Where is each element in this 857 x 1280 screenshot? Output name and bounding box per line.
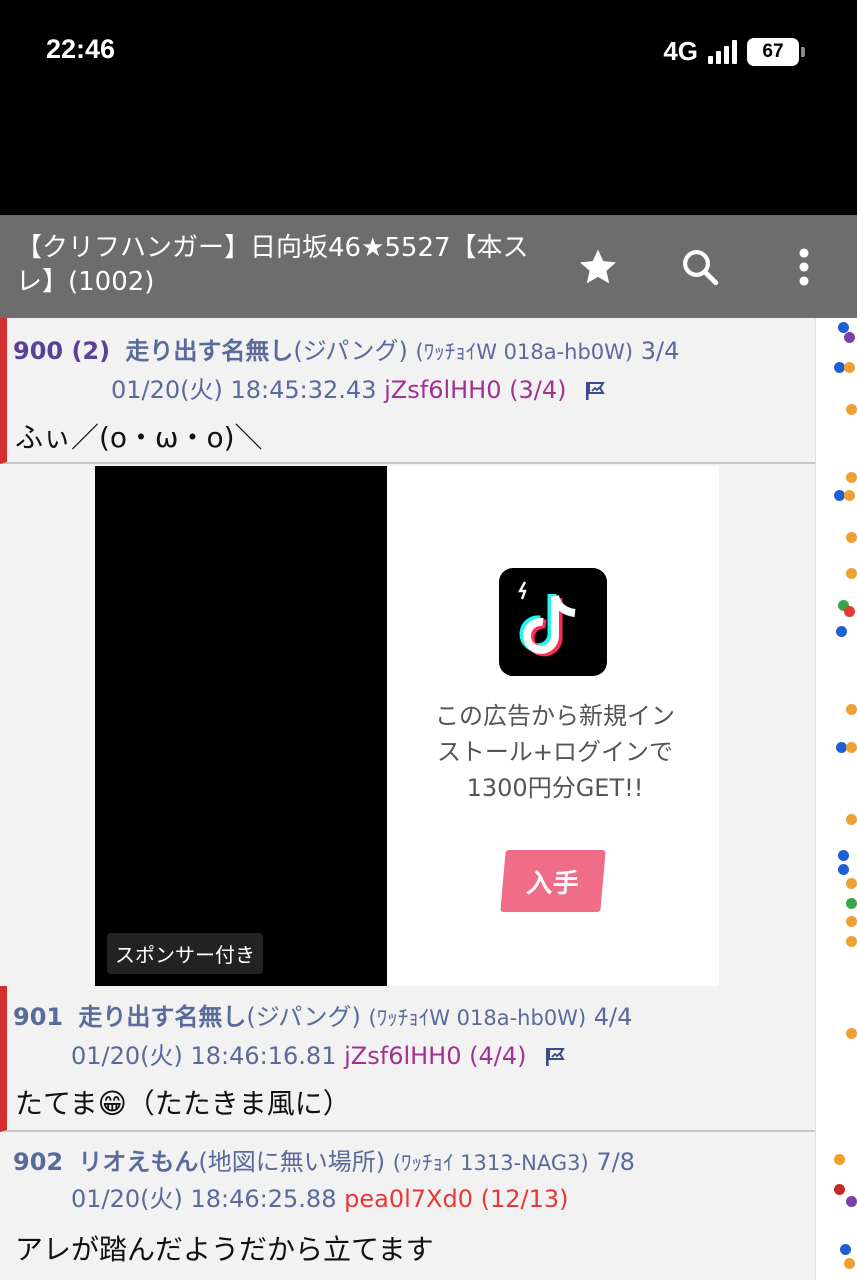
poster-trip: (ﾜｯﾁｮｲW 018a-hb0W) xyxy=(368,1006,587,1030)
flag-icon[interactable] xyxy=(584,380,606,402)
poster-id[interactable]: jZsf6lHH0 (3/4) xyxy=(384,376,566,404)
battery-level: 67 xyxy=(762,40,784,62)
thread-content[interactable]: 900 (2) 走り出す名無し(ジパング) (ﾜｯﾁｮｲW 018a-hb0W)… xyxy=(0,318,815,1280)
post-number[interactable]: 902 xyxy=(13,1148,63,1176)
post-body: ふぃ／(o・ω・o)＼ xyxy=(15,421,263,454)
post-meta: 01/20(火) 18:46:16.81 jZsf6lHH0 (4/4) xyxy=(71,1041,566,1071)
post-header: 900 (2) 走り出す名無し(ジパング) (ﾜｯﾁｮｲW 018a-hb0W)… xyxy=(13,336,679,367)
post-meta: 01/20(火) 18:45:32.43 jZsf6lHH0 (3/4) xyxy=(111,375,606,405)
network-type: 4G xyxy=(663,36,698,66)
more-menu-button[interactable] xyxy=(776,239,832,295)
reply-tree-scrollbar[interactable] xyxy=(815,318,857,1280)
post-count: 3/4 xyxy=(640,337,680,365)
post-body: たてま😁（たたきま風に） xyxy=(15,1087,351,1120)
post-header: 901 走り出す名無し(ジパング) (ﾜｯﾁｮｲW 018a-hb0W) 4/4 xyxy=(13,1002,632,1033)
flag-icon[interactable] xyxy=(544,1046,566,1068)
sponsor-badge: スポンサー付き xyxy=(107,933,263,974)
post-date: 01/20(火) 18:46:16.81 xyxy=(71,1042,337,1070)
status-indicators: 4G 67 xyxy=(663,36,805,67)
ad-copy-line2: ストール+ログインで xyxy=(436,738,674,766)
post-count: 4/4 xyxy=(593,1003,633,1031)
post-902[interactable]: 902 リオえもん(地図に無い場所) (ﾜｯﾁｮｲ 1313-NAG3) 7/8… xyxy=(0,1132,815,1280)
post-date: 01/20(火) 18:45:32.43 xyxy=(111,376,377,404)
poster-location: (ジパング) xyxy=(293,337,408,365)
signal-icon xyxy=(708,39,737,64)
music-note-app-icon[interactable] xyxy=(499,568,607,676)
poster-location: (地図に無い場所) xyxy=(198,1148,386,1176)
status-bar: 22:46 4G 67 xyxy=(0,0,857,215)
poster-name: リオえもん xyxy=(78,1148,199,1176)
more-vert-icon xyxy=(799,248,809,286)
poster-id[interactable]: jZsf6lHH0 (4/4) xyxy=(344,1042,526,1070)
ad-get-button[interactable]: 入手 xyxy=(500,850,606,912)
post-number[interactable]: 900 (2) xyxy=(13,337,110,365)
music-note-icon xyxy=(517,581,576,657)
favorite-button[interactable] xyxy=(570,239,626,295)
ad-copy-line3: 1300円分GET!! xyxy=(466,774,644,802)
post-901[interactable]: 901 走り出す名無し(ジパング) (ﾜｯﾁｮｲW 018a-hb0W) 4/4… xyxy=(0,986,815,1132)
ad-video[interactable]: スポンサー付き xyxy=(95,466,387,986)
app-bar: 【クリフハンガー】日向坂46★5527【本スレ】(1002) xyxy=(0,215,857,318)
poster-name: 走り出す名無し xyxy=(125,337,294,365)
battery-icon: 67 xyxy=(747,37,805,66)
ad-banner[interactable]: スポンサー付き この広告から新規イン ストール+ログインで 1300円分GET!… xyxy=(95,466,719,986)
poster-trip: (ﾜｯﾁｮｲW 018a-hb0W) xyxy=(415,340,634,364)
ad-copy: この広告から新規イン ストール+ログインで 1300円分GET!! xyxy=(410,698,700,806)
search-button[interactable] xyxy=(672,239,728,295)
star-icon xyxy=(580,249,616,284)
poster-location: (ジパング) xyxy=(246,1003,361,1031)
ad-copy-line1: この広告から新規イン xyxy=(435,702,675,730)
poster-trip: (ﾜｯﾁｮｲ 1313-NAG3) xyxy=(392,1151,589,1175)
post-header: 902 リオえもん(地図に無い場所) (ﾜｯﾁｮｲ 1313-NAG3) 7/8 xyxy=(13,1147,635,1178)
post-count: 7/8 xyxy=(596,1148,635,1176)
poster-name: 走り出す名無し xyxy=(78,1003,247,1031)
poster-id[interactable]: pea0l7Xd0 (12/13) xyxy=(344,1185,568,1213)
thread-title: 【クリフハンガー】日向坂46★5527【本スレ】(1002) xyxy=(16,233,529,297)
post-meta: 01/20(火) 18:46:25.88 pea0l7Xd0 (12/13) xyxy=(71,1184,569,1214)
status-time: 22:46 xyxy=(46,34,116,64)
post-date: 01/20(火) 18:46:25.88 xyxy=(71,1185,337,1213)
post-900[interactable]: 900 (2) 走り出す名無し(ジパング) (ﾜｯﾁｮｲW 018a-hb0W)… xyxy=(0,318,815,464)
post-number[interactable]: 901 xyxy=(13,1003,63,1031)
post-body: アレが踏んだようだから立てます xyxy=(15,1233,434,1266)
search-icon xyxy=(683,250,719,286)
